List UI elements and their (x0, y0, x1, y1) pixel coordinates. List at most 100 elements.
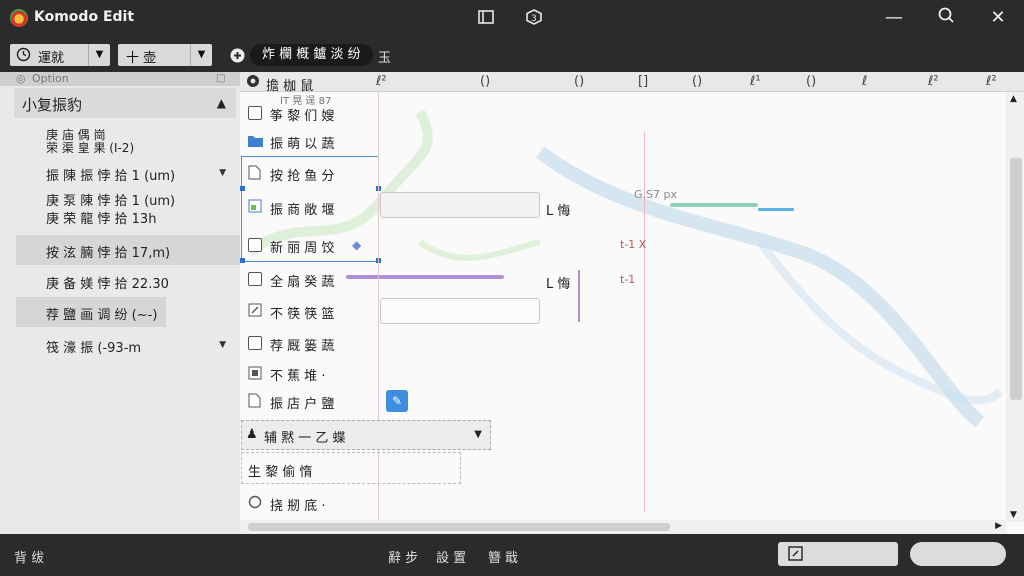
mode-select-label: 運就 (38, 51, 65, 66)
sidebar-group[interactable]: 小复振豹 ▲ (14, 88, 236, 118)
status-left-label: 背 绂 (14, 551, 45, 566)
sidebar-header: Option (0, 72, 240, 86)
sidebar-item-label: 按 泫 腩 悖 拾 17,m) (46, 246, 171, 261)
column-mark[interactable]: () (692, 74, 702, 89)
column-mark[interactable]: () (574, 74, 584, 89)
comment-button[interactable]: ✎ (386, 390, 408, 412)
sidebar-item-label: 庚 泵 陳 悖 拾 1 (um) 庚 荣 龍 悖 拾 13h (46, 194, 176, 227)
annotation-label: L 悔 (546, 204, 571, 219)
sidebar-item-label: 庚 庙 偶 崗 荣 渠 皇 果 (I-2) (46, 128, 135, 155)
close-button[interactable]: ✕ (986, 6, 1010, 30)
scroll-right-icon[interactable]: ▶ (995, 521, 1002, 531)
globe-icon: ◎ (16, 72, 26, 85)
status-link[interactable]: 簪 戢 (488, 547, 518, 566)
tree-item-label: 荐 厩 篓 蔬 (270, 339, 335, 354)
chevron-down-icon[interactable]: ▼ (219, 168, 226, 178)
tree-item-label: 全 扇 癸 蔬 (270, 275, 335, 290)
checkbox[interactable] (248, 336, 262, 350)
edit-icon (248, 303, 262, 321)
resize-handle[interactable] (240, 186, 245, 191)
scroll-down-icon[interactable]: ▼ (1010, 510, 1017, 520)
add-select[interactable]: 十 壶 ▼ (118, 44, 212, 66)
minimize-button[interactable]: — (882, 6, 906, 30)
add-select-label: 十 壶 (126, 51, 157, 66)
sidebar-item[interactable]: 庚 备 媄 悖 拾 22.30 (16, 266, 240, 296)
column-mark[interactable]: [] (638, 74, 648, 89)
document-icon (248, 393, 261, 412)
package-icon[interactable]: 3 (524, 8, 544, 28)
tree-item-label: 振 萌 以 蔬 (270, 137, 335, 152)
status-button[interactable] (778, 542, 898, 566)
style-select[interactable]: ♟ 辅 黙 一 乙 蝶 ▼ (241, 420, 491, 450)
sidebar-item-label: 振 陳 振 悖 拾 1 (um) (46, 169, 176, 184)
style-select-label: 辅 黙 一 乙 蝶 (264, 431, 346, 446)
folder-icon (248, 134, 263, 151)
chevron-down-icon[interactable]: ▼ (190, 44, 212, 66)
column-mark[interactable]: ℓ² (986, 74, 997, 89)
selection-frame (241, 156, 379, 262)
sidebar-item-label: 荐 鹽 画 调 纷 (~-) (46, 308, 158, 323)
secondary-field[interactable]: 生 黎 偷 惰 (241, 452, 461, 484)
user-icon: ♟ (246, 427, 258, 442)
annotation-label: G.S7 px (634, 188, 677, 201)
clock-icon (16, 47, 31, 66)
square-icon (248, 366, 262, 384)
column-mark[interactable]: () (480, 74, 490, 89)
purple-marker (578, 270, 580, 322)
blue-bar (758, 208, 794, 211)
maximize-button[interactable] (934, 6, 958, 30)
chevron-down-icon[interactable]: ▼ (88, 44, 110, 66)
scroll-up-icon[interactable]: ▲ (1010, 94, 1017, 104)
checkbox[interactable] (248, 272, 262, 286)
sidebar-item[interactable]: 庚 庙 偶 崗 荣 渠 皇 果 (I-2) (16, 126, 240, 160)
column-mark[interactable]: () (806, 74, 816, 89)
status-bar: 背 绂 辭 步 設 置 簪 戢 (0, 534, 1024, 576)
pin-icon[interactable]: □ (216, 73, 225, 84)
sidebar-item[interactable]: 荐 鹽 画 调 纷 (~-) (16, 297, 166, 327)
column-mark[interactable]: ℓ (862, 74, 867, 89)
status-link[interactable]: 辭 步 (388, 547, 418, 566)
annotation-label: L 悔 (546, 277, 571, 292)
toolbar: 運就 ▼ 十 壶 ▼ 炸 欄 槪 鑪 淡 纷 玉 (0, 36, 1024, 72)
sidebar-item-label: 庚 备 媄 悖 拾 22.30 (46, 277, 169, 292)
panel-icon[interactable] (476, 8, 496, 28)
tree-item-label: 不 筷 筷 篮 (270, 307, 335, 322)
sidebar-item[interactable]: 庚 泵 陳 悖 拾 1 (um) 庚 荣 龍 悖 拾 13h (16, 190, 240, 230)
gear-icon[interactable] (246, 74, 260, 92)
sidebar: Option ◎ □ 小复振豹 ▲ 庚 庙 偶 崗 荣 渠 皇 果 (I-2) … (0, 72, 240, 534)
horizontal-scrollbar[interactable]: ▶ (240, 520, 1006, 534)
add-circle-icon[interactable] (230, 48, 245, 67)
sidebar-group-title: 小复振豹 (22, 96, 83, 114)
sidebar-item[interactable]: 筏 濠 振 (-93-m ▼ (16, 330, 240, 360)
chevron-up-icon[interactable]: ▲ (217, 96, 226, 110)
window-title: Komodo Edit (34, 9, 135, 25)
editor-area[interactable]: 擔 枷 鼠 ℓ² () () [] () ℓ¹ () ℓ ℓ² ℓ² IT 晃 … (240, 72, 1024, 534)
mode-select[interactable]: 運就 ▼ (10, 44, 110, 66)
toolbar-extra-label[interactable]: 玉 (378, 47, 391, 66)
active-tab-pill[interactable]: 炸 欄 槪 鑪 淡 纷 (250, 44, 373, 66)
column-mark[interactable]: ℓ¹ (750, 74, 761, 89)
status-link[interactable]: 設 置 (436, 547, 466, 566)
text-field[interactable] (380, 192, 540, 218)
resize-handle[interactable] (240, 258, 245, 263)
teal-bar (670, 203, 758, 207)
status-pill-button[interactable] (910, 542, 1006, 566)
refresh-icon (248, 495, 262, 513)
komodo-logo-icon (10, 9, 28, 27)
chevron-down-icon[interactable]: ▼ (474, 429, 482, 440)
column-mark[interactable]: ℓ² (376, 74, 387, 89)
vertical-scrollbar[interactable]: ▲ ▼ (1006, 92, 1024, 522)
column-header: 擔 枷 鼠 ℓ² () () [] () ℓ¹ () ℓ ℓ² ℓ² (240, 72, 1024, 94)
vertical-scroll-thumb[interactable] (1010, 158, 1022, 400)
sidebar-item[interactable]: 振 陳 振 悖 拾 1 (um) ▼ (16, 158, 240, 188)
annotation-label: t-1 (620, 273, 636, 286)
checkbox[interactable] (248, 106, 262, 120)
text-field[interactable] (380, 298, 540, 324)
sidebar-item-selected[interactable]: 按 泫 腩 悖 拾 17,m) (16, 235, 240, 265)
horizontal-scroll-thumb[interactable] (248, 523, 670, 531)
tree-item-label: 不 蕉 堆 · (270, 369, 326, 384)
column-mark[interactable]: ℓ² (928, 74, 939, 89)
chevron-down-icon[interactable]: ▼ (219, 340, 226, 350)
sidebar-item-label: 筏 濠 振 (-93-m (46, 341, 142, 356)
annotation-label: t-1 X (620, 238, 647, 251)
